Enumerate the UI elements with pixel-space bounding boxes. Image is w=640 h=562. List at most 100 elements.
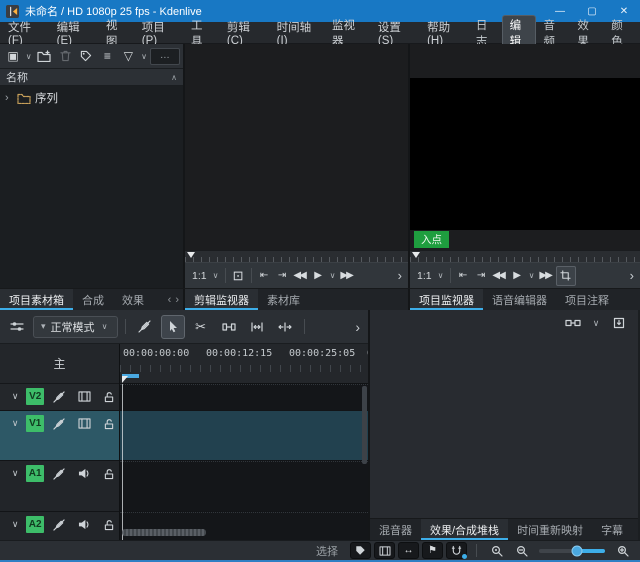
lock-track-button[interactable]	[99, 516, 119, 533]
project-zoom-chevron-icon[interactable]: ∨	[436, 271, 446, 280]
tab-effect-stack[interactable]: 效果/合成堆栈	[421, 519, 508, 540]
sequence-folder-item[interactable]: › 序列	[0, 89, 183, 106]
track-edit-button[interactable]	[49, 415, 69, 432]
tab-project-bin[interactable]: 项目素材箱	[0, 289, 73, 310]
track-header-v1[interactable]: ∨ V1	[0, 411, 119, 461]
track-header-a1[interactable]: ∨ A1	[0, 461, 119, 512]
zoom-slider-handle[interactable]	[572, 545, 583, 556]
lock-track-button[interactable]	[99, 415, 119, 432]
vertical-scrollbar[interactable]	[362, 386, 367, 464]
track-badge[interactable]: A2	[26, 516, 44, 533]
track-lane-v2[interactable]	[120, 384, 368, 411]
play-chevron-icon[interactable]: ∨	[527, 271, 537, 280]
project-zoom-level[interactable]: 1:1	[414, 270, 435, 282]
add-clip-chevron-icon[interactable]: ∨	[24, 52, 33, 61]
menu-timeline[interactable]: 时间轴(I)	[269, 22, 324, 43]
filter-button[interactable]: ▽	[118, 46, 138, 66]
menu-edit[interactable]: 编辑(E)	[49, 22, 98, 43]
track-collapse-icon[interactable]: ∨	[9, 415, 21, 429]
track-badge[interactable]: V1	[26, 415, 44, 432]
tab-mixer[interactable]: 混音器	[370, 519, 421, 540]
track-edit-button[interactable]	[49, 465, 69, 482]
horizontal-scrollbar[interactable]	[122, 529, 206, 536]
view-list-button[interactable]: ≡	[97, 46, 117, 66]
project-monitor-playhead[interactable]	[412, 252, 420, 258]
play-button[interactable]: ▶	[310, 266, 327, 286]
zone-crop-button[interactable]	[556, 266, 576, 286]
tab-subtitles[interactable]: 字幕	[592, 519, 632, 540]
save-effect-stack-button[interactable]	[609, 313, 629, 333]
goto-zone-start-button[interactable]: ⇤	[256, 266, 273, 286]
bin-search-input[interactable]: …	[150, 48, 180, 65]
play-button[interactable]: ▶	[509, 266, 526, 286]
sort-collapse-icon[interactable]: ∧	[171, 73, 177, 82]
rewind-button[interactable]: ◀◀	[292, 266, 309, 286]
edit-mode-select[interactable]: ▾ 正常模式 ∨	[33, 316, 118, 338]
track-lane-a1[interactable]	[120, 461, 368, 512]
timeline-zoom-slider[interactable]	[539, 549, 605, 553]
clip-monitor-video[interactable]	[185, 44, 408, 250]
playhead-line[interactable]	[122, 384, 123, 540]
spacer-tool-button[interactable]	[217, 315, 241, 339]
goto-zone-end-button[interactable]: ⇥	[473, 266, 490, 286]
track-header-v2[interactable]: ∨ V2	[0, 384, 119, 411]
delete-button[interactable]	[55, 46, 75, 66]
tab-library[interactable]: 素材库	[258, 289, 309, 310]
playhead-flag[interactable]	[122, 376, 128, 383]
clip-monitor-playhead[interactable]	[187, 252, 195, 258]
tab-effects[interactable]: 效果	[113, 289, 153, 310]
mute-track-button[interactable]	[74, 465, 94, 482]
bin-column-header[interactable]: 名称 ∧	[0, 68, 183, 86]
menu-project[interactable]: 项目(P)	[134, 22, 183, 43]
filter-chevron-icon[interactable]: ∨	[139, 52, 148, 61]
goto-zone-end-button[interactable]: ⇥	[274, 266, 291, 286]
collapse-all-icon[interactable]: ∨	[591, 318, 601, 329]
timeline-toolbar-overflow-icon[interactable]: ›	[355, 319, 363, 335]
tab-clip-monitor[interactable]: 剪辑监视器	[185, 289, 258, 310]
track-badge[interactable]: V2	[26, 388, 44, 405]
lock-track-button[interactable]	[99, 465, 119, 482]
tab-compositions[interactable]: 合成	[73, 289, 113, 310]
timeline-canvas[interactable]: 00:00:00:00 00:00:12:15 00:00:25:05 00:	[120, 344, 368, 540]
zoom-out-button[interactable]	[511, 542, 532, 559]
menu-help[interactable]: 帮助(H)	[419, 22, 469, 43]
forward-button[interactable]: ▶▶	[538, 266, 555, 286]
sequence-tab-main[interactable]: 主	[0, 344, 119, 384]
clip-zoom-chevron-icon[interactable]: ∨	[211, 271, 221, 280]
timeline-ruler[interactable]: 00:00:00:00 00:00:12:15 00:00:25:05 00:	[120, 344, 368, 384]
track-collapse-icon[interactable]: ∨	[9, 465, 21, 479]
menu-monitor[interactable]: 监视器	[324, 22, 370, 43]
tag-button[interactable]	[76, 46, 96, 66]
mute-track-button[interactable]	[74, 516, 94, 533]
tab-voice-editor[interactable]: 语音编辑器	[483, 289, 556, 310]
project-monitor-ruler[interactable]	[410, 250, 640, 262]
rewind-button[interactable]: ◀◀	[491, 266, 508, 286]
markers-toggle[interactable]: ⚑	[422, 542, 443, 559]
zoom-fit-button[interactable]	[486, 542, 507, 559]
menu-settings[interactable]: 设置(S)	[370, 22, 419, 43]
track-header-a2[interactable]: ∨ A2	[0, 512, 119, 540]
track-badge[interactable]: A1	[26, 465, 44, 482]
menu-view[interactable]: 视图	[98, 22, 134, 43]
tag-filter-toggle[interactable]	[350, 542, 371, 559]
play-chevron-icon[interactable]: ∨	[328, 271, 338, 280]
zone-mode-button[interactable]: ⊡	[230, 266, 247, 286]
track-edit-button[interactable]	[49, 516, 69, 533]
track-lane-v1[interactable]	[120, 411, 368, 461]
hide-track-button[interactable]	[74, 388, 94, 405]
slip-tool-button[interactable]	[245, 315, 269, 339]
goto-zone-start-button[interactable]: ⇤	[455, 266, 472, 286]
tab-project-monitor[interactable]: 项目监视器	[410, 289, 483, 310]
transport-overflow-icon[interactable]: ›	[398, 268, 404, 283]
snap-toggle[interactable]	[446, 542, 467, 559]
track-collapse-icon[interactable]: ∨	[9, 388, 21, 402]
compare-effect-button[interactable]	[563, 313, 583, 333]
tabs-next-icon[interactable]: ›	[175, 294, 179, 306]
ripple-tool-button[interactable]	[273, 315, 297, 339]
hide-track-button[interactable]	[74, 415, 94, 432]
tabs-prev-icon[interactable]: ‹	[168, 294, 172, 306]
menu-tools[interactable]: 工具	[183, 22, 219, 43]
tab-project-notes[interactable]: 项目注释	[556, 289, 618, 310]
zoom-in-button[interactable]	[612, 542, 633, 559]
mix-clips-button[interactable]	[133, 315, 157, 339]
